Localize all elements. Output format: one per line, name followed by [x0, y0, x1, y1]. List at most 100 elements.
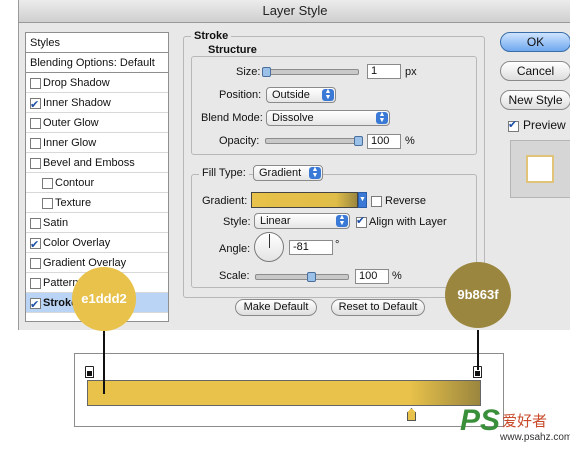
angle-label: Angle: [219, 243, 251, 255]
style-item-label: Outer Glow [43, 117, 99, 129]
fill-type-select[interactable]: Gradient ▲ ▼ [253, 165, 323, 181]
bevel-emboss-checkbox[interactable] [30, 158, 41, 169]
watermark-ps: PS [460, 404, 501, 437]
angle-unit: ° [335, 239, 340, 251]
style-value: Linear [260, 215, 291, 227]
popup-arrows-icon: ▲ ▼ [336, 214, 348, 227]
style-item-label: Contour [55, 177, 95, 189]
color-stop-icon[interactable] [407, 408, 416, 421]
new-style-button[interactable]: New Style [500, 90, 570, 110]
scale-slider-thumb[interactable] [307, 272, 316, 282]
reverse-label: Reverse [385, 195, 426, 207]
style-select[interactable]: Linear ▲ ▼ [254, 213, 350, 229]
style-item-label: Inner Glow [43, 137, 97, 149]
scale-label: Scale: [219, 270, 250, 282]
preview-swatch [526, 155, 554, 183]
gradient-dropdown-arrow-icon[interactable]: ▼ [358, 192, 367, 208]
style-item-satin[interactable]: Satin [26, 213, 168, 233]
left-color-label: e1ddd2 [81, 291, 127, 306]
reset-default-button[interactable]: Reset to Default [331, 299, 425, 316]
style-item-label: Inner Shadow [43, 97, 111, 109]
outer-glow-checkbox[interactable] [30, 118, 41, 129]
popup-arrows-icon: ▲ ▼ [309, 166, 321, 179]
size-label: Size: [236, 66, 261, 78]
window-title: Layer Style [19, 0, 570, 23]
preview-checkbox[interactable] [508, 118, 519, 132]
ok-button[interactable]: OK [500, 32, 570, 52]
size-input[interactable]: 1 [367, 64, 401, 79]
style-item-label: Drop Shadow [43, 77, 110, 89]
cancel-button[interactable]: Cancel [500, 61, 570, 81]
style-label: Style: [223, 216, 251, 228]
scale-unit: % [392, 270, 402, 282]
size-slider-thumb[interactable] [262, 67, 271, 77]
style-item-label: Satin [43, 217, 69, 229]
watermark-url: www.psahz.com [500, 432, 570, 443]
scale-slider[interactable] [255, 274, 349, 280]
opacity-unit: % [405, 135, 415, 147]
gradient-overlay-checkbox[interactable] [30, 258, 41, 269]
style-item-inner-glow[interactable]: Inner Glow [26, 133, 168, 153]
styles-header-label: Styles [30, 37, 60, 49]
angle-input[interactable]: -81 [289, 240, 333, 255]
style-item-bevel-emboss[interactable]: Bevel and Emboss [26, 153, 168, 173]
opacity-slider[interactable] [265, 138, 359, 144]
inner-glow-checkbox[interactable] [30, 138, 41, 149]
opacity-input[interactable]: 100 [367, 134, 401, 149]
drop-shadow-checkbox[interactable] [30, 78, 41, 89]
style-item-texture[interactable]: Texture [26, 193, 168, 213]
popup-arrows-icon: ▲ ▼ [322, 88, 334, 101]
contour-checkbox[interactable] [42, 178, 53, 189]
structure-title: Structure [205, 44, 260, 56]
preview-area [510, 140, 570, 198]
gradient-preview[interactable] [251, 192, 358, 208]
style-item-drop-shadow[interactable]: Drop Shadow [26, 73, 168, 93]
style-item-outer-glow[interactable]: Outer Glow [26, 113, 168, 133]
fill-type-value: Gradient [259, 167, 302, 179]
opacity-slider-thumb[interactable] [354, 136, 363, 146]
texture-checkbox[interactable] [42, 198, 53, 209]
blend-mode-label: Blend Mode: [201, 112, 263, 124]
style-item-color-overlay[interactable]: Color Overlay [26, 233, 168, 255]
blend-mode-select[interactable]: Dissolve ▲ ▼ [266, 110, 390, 126]
style-item-label: Color Overlay [43, 237, 111, 249]
size-unit: px [405, 66, 417, 78]
satin-checkbox[interactable] [30, 218, 41, 229]
pattern-checkbox[interactable] [30, 278, 41, 289]
watermark-cn: 爱好者 [502, 413, 548, 430]
preview-label: Preview [523, 118, 566, 132]
make-default-button[interactable]: Make Default [235, 299, 317, 316]
right-pointer-line [477, 330, 479, 370]
gradient-bar [87, 380, 481, 406]
popup-arrows-icon: ▲ ▼ [376, 111, 388, 124]
position-value: Outside [272, 89, 310, 101]
blend-mode-value: Dissolve [272, 112, 314, 124]
style-item-contour[interactable]: Contour [26, 173, 168, 193]
right-color-callout: 9b863f [445, 262, 511, 328]
blending-options[interactable]: Blending Options: Default [26, 53, 168, 73]
angle-dial[interactable] [254, 232, 284, 262]
styles-header[interactable]: Styles [26, 33, 168, 53]
gradient-editor-panel [74, 353, 504, 427]
left-color-callout: e1ddd2 [72, 267, 136, 331]
align-layer-label: Align with Layer [369, 216, 447, 228]
scale-input[interactable]: 100 [355, 269, 389, 284]
left-pointer-line [103, 330, 105, 394]
style-item-label: Bevel and Emboss [43, 157, 135, 169]
angle-dial-needle [269, 234, 270, 248]
opacity-stop-left-icon[interactable] [85, 366, 94, 378]
opacity-label: Opacity: [219, 135, 260, 147]
stroke-checkbox[interactable] [30, 295, 41, 315]
fill-type-label: Fill Type: [199, 167, 249, 179]
align-layer-checkbox[interactable] [356, 214, 367, 228]
reverse-checkbox[interactable] [371, 196, 382, 207]
color-overlay-checkbox[interactable] [30, 235, 41, 255]
inner-shadow-checkbox[interactable] [30, 95, 41, 115]
right-color-label: 9b863f [457, 287, 499, 302]
size-slider[interactable] [265, 69, 359, 75]
gradient-label: Gradient: [202, 195, 248, 207]
position-select[interactable]: Outside ▲ ▼ [266, 87, 336, 103]
style-item-label: Texture [55, 197, 92, 209]
style-item-inner-shadow[interactable]: Inner Shadow [26, 93, 168, 115]
stroke-title: Stroke [191, 30, 232, 42]
